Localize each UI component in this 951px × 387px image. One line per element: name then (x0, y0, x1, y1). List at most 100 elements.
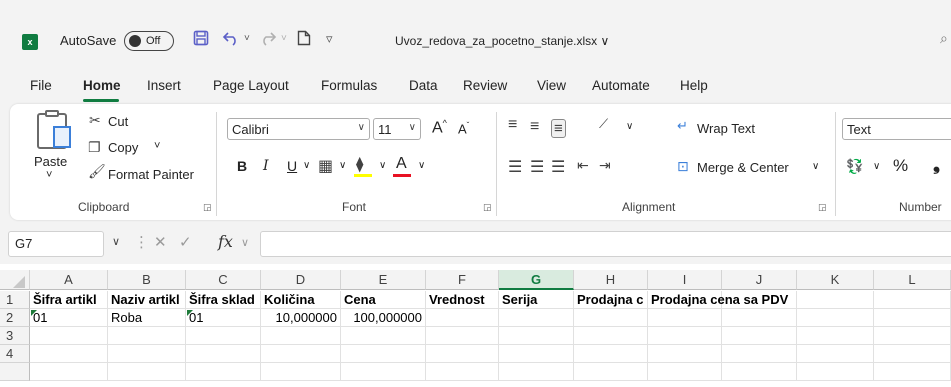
cell-e4[interactable] (341, 345, 426, 363)
cell-j5[interactable] (722, 363, 797, 381)
font-color-dropdown-icon[interactable]: ∨ (418, 160, 425, 171)
cell-d2[interactable]: 10,000000 (261, 309, 341, 327)
row-header-4[interactable]: 4 (0, 345, 30, 363)
cell-b2[interactable]: Roba (108, 309, 186, 327)
cell-a4[interactable] (30, 345, 108, 363)
row-header-1[interactable]: 1 (0, 291, 30, 309)
align-left-icon[interactable]: ☰ (508, 157, 522, 177)
save-icon[interactable] (193, 30, 209, 51)
cell-l1[interactable] (874, 291, 951, 309)
tab-view[interactable]: View (537, 78, 566, 93)
redo-dropdown-icon[interactable]: ˅ (281, 33, 287, 44)
cell-d1[interactable]: Količina (261, 291, 341, 309)
cell-i4[interactable] (648, 345, 722, 363)
enter-icon[interactable]: ✓ (179, 233, 192, 251)
cell-k1[interactable] (797, 291, 874, 309)
grow-font-button[interactable]: A^ (432, 118, 447, 137)
cell-c4[interactable] (186, 345, 261, 363)
cell-h4[interactable] (574, 345, 648, 363)
tab-insert[interactable]: Insert (147, 78, 181, 93)
underline-button[interactable]: U (287, 158, 297, 174)
cell-k5[interactable] (797, 363, 874, 381)
tab-review[interactable]: Review (463, 78, 507, 93)
tab-formulas[interactable]: Formulas (321, 78, 377, 93)
fill-color-dropdown-icon[interactable]: ∨ (379, 160, 386, 171)
font-size-select[interactable]: 11 ∨ (373, 118, 421, 140)
formula-input[interactable] (260, 231, 951, 257)
merge-dropdown-icon[interactable]: ∨ (812, 161, 819, 172)
cell-a5[interactable] (30, 363, 108, 381)
cell-e5[interactable] (341, 363, 426, 381)
cell-d3[interactable] (261, 327, 341, 345)
cell-b4[interactable] (108, 345, 186, 363)
tab-page-layout[interactable]: Page Layout (213, 78, 289, 93)
row-header-2[interactable]: 2 (0, 309, 30, 327)
font-family-select[interactable]: Calibri ∨ (227, 118, 370, 140)
number-stored-as-text-indicator-icon[interactable] (31, 310, 37, 316)
cell-i2[interactable] (648, 309, 722, 327)
cell-f3[interactable] (426, 327, 499, 345)
column-header-k[interactable]: K (797, 270, 874, 290)
cell-f4[interactable] (426, 345, 499, 363)
percent-button[interactable]: % (893, 156, 908, 176)
orientation-icon[interactable]: ⟋ (599, 116, 608, 132)
decrease-indent-icon[interactable]: ⇤ (577, 157, 589, 174)
underline-dropdown-icon[interactable]: ∨ (303, 160, 310, 171)
comma-style-button[interactable]: ❟ (933, 154, 940, 175)
cancel-icon[interactable]: ✕ (154, 233, 167, 251)
cell-l3[interactable] (874, 327, 951, 345)
cell-k2[interactable] (797, 309, 874, 327)
new-file-icon[interactable] (297, 30, 311, 51)
accounting-dropdown-icon[interactable]: ∨ (873, 161, 880, 172)
cell-a1[interactable]: Šifra artikl (30, 291, 108, 309)
cell-f2[interactable] (426, 309, 499, 327)
cell-a3[interactable] (30, 327, 108, 345)
cell-f5[interactable] (426, 363, 499, 381)
cell-g1[interactable]: Serija (499, 291, 574, 309)
borders-dropdown-icon[interactable]: ∨ (339, 160, 346, 171)
cell-j3[interactable] (722, 327, 797, 345)
undo-icon[interactable] (222, 30, 240, 51)
cell-c5[interactable] (186, 363, 261, 381)
name-box[interactable]: G7 (8, 231, 104, 257)
column-header-i[interactable]: I (648, 270, 722, 290)
bold-button[interactable]: B (237, 158, 247, 174)
cell-k3[interactable] (797, 327, 874, 345)
column-header-f[interactable]: F (426, 270, 499, 290)
column-header-h[interactable]: H (574, 270, 648, 290)
cell-c2[interactable]: 01 (186, 309, 261, 327)
column-header-e[interactable]: E (341, 270, 426, 290)
search-icon[interactable]: ⌕ (940, 30, 948, 47)
cell-l4[interactable] (874, 345, 951, 363)
column-header-c[interactable]: C (186, 270, 261, 290)
tab-automate[interactable]: Automate (592, 78, 650, 93)
align-center-icon[interactable]: ☰ (530, 157, 544, 177)
cell-h2[interactable] (574, 309, 648, 327)
column-header-d[interactable]: D (261, 270, 341, 290)
italic-button[interactable]: I (263, 158, 269, 174)
paste-dropdown-icon[interactable]: ˅ (46, 169, 52, 181)
number-format-select[interactable]: Text (842, 118, 951, 140)
alignment-launcher-icon[interactable]: ◲ (818, 202, 827, 213)
cell-k4[interactable] (797, 345, 874, 363)
cell-h3[interactable] (574, 327, 648, 345)
cell-c1[interactable]: Šifra sklad (186, 291, 261, 309)
chevron-down-icon[interactable]: ∨ (112, 235, 120, 248)
cell-g5[interactable] (499, 363, 574, 381)
align-bottom-icon[interactable]: ≡ (551, 119, 566, 138)
cell-e3[interactable] (341, 327, 426, 345)
file-name[interactable]: Uvoz_redova_za_pocetno_stanje.xlsx ∨ (395, 34, 609, 48)
chevron-down-icon[interactable]: ∨ (241, 236, 249, 249)
clipboard-launcher-icon[interactable]: ◲ (203, 202, 212, 213)
redo-icon[interactable] (259, 30, 277, 51)
cell-h1[interactable]: Prodajna c (574, 291, 648, 309)
tab-file[interactable]: File (30, 78, 52, 93)
autosave-toggle[interactable]: Off (124, 31, 174, 51)
customize-toolbar-icon[interactable]: ▿ (326, 31, 333, 47)
cell-f1[interactable]: Vrednost (426, 291, 499, 309)
undo-dropdown-icon[interactable]: ˅ (244, 33, 250, 44)
copy-dropdown-icon[interactable]: ˅ (154, 140, 160, 152)
font-launcher-icon[interactable]: ◲ (483, 202, 492, 213)
cell-c3[interactable] (186, 327, 261, 345)
align-right-icon[interactable]: ☰ (551, 157, 565, 177)
